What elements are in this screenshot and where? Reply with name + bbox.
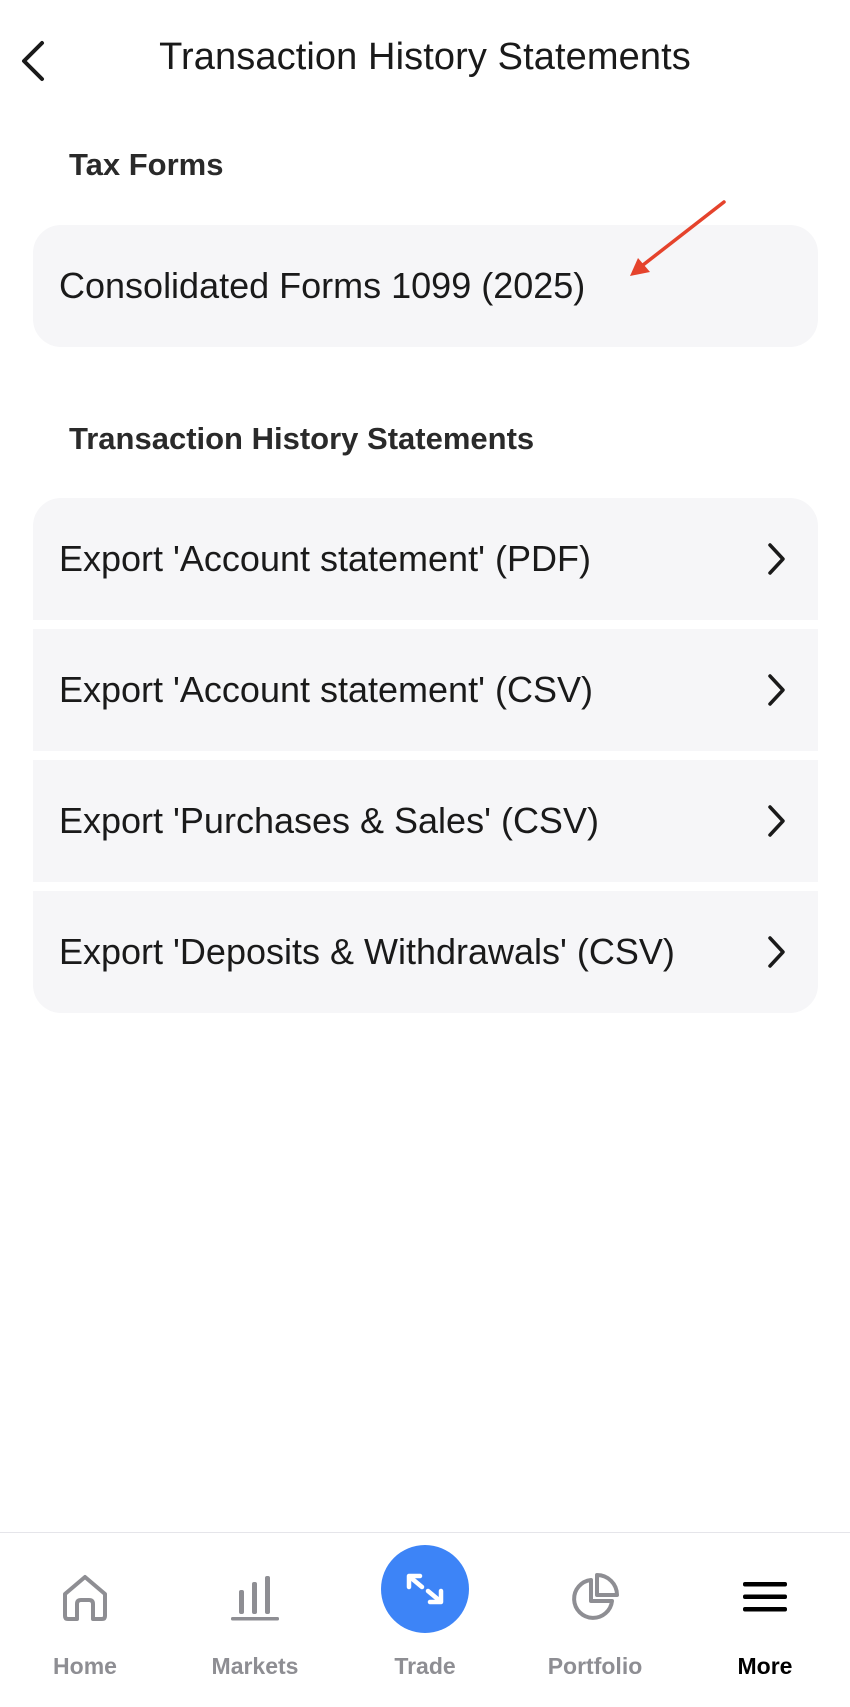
list-item-label: Export 'Account statement' (PDF) <box>59 538 591 579</box>
bottom-tab-bar: Home Markets Trade Portfolio More <box>0 1532 850 1707</box>
export-purchases-sales-csv-item[interactable]: Export 'Purchases & Sales' (CSV) <box>33 760 818 882</box>
section-title-tax-forms: Tax Forms <box>69 147 224 182</box>
tab-markets[interactable]: Markets <box>170 1533 340 1707</box>
chevron-right-icon <box>764 934 788 970</box>
pie-chart-icon <box>565 1567 625 1627</box>
bar-chart-icon <box>225 1567 285 1627</box>
chevron-right-icon <box>764 541 788 577</box>
page-title: Transaction History Statements <box>159 36 691 78</box>
consolidated-forms-1099-item[interactable]: Consolidated Forms 1099 (2025) <box>33 225 818 347</box>
tab-label: Home <box>53 1653 117 1679</box>
header: Transaction History Statements <box>0 0 850 120</box>
tab-label: More <box>737 1653 793 1679</box>
tab-label: Trade <box>394 1653 456 1679</box>
tab-trade[interactable]: Trade <box>340 1533 510 1707</box>
menu-icon <box>735 1567 795 1627</box>
export-account-statement-pdf-item[interactable]: Export 'Account statement' (PDF) <box>33 498 818 620</box>
trade-arrows-icon <box>406 1573 444 1605</box>
tab-more[interactable]: More <box>680 1533 850 1707</box>
list-item-label: Export 'Purchases & Sales' (CSV) <box>59 800 599 841</box>
chevron-right-icon <box>764 803 788 839</box>
list-item-label: Export 'Deposits & Withdrawals' (CSV) <box>59 931 675 972</box>
tab-home[interactable]: Home <box>0 1533 170 1707</box>
chevron-right-icon <box>764 672 788 708</box>
tab-portfolio[interactable]: Portfolio <box>510 1533 680 1707</box>
tab-label: Portfolio <box>547 1653 643 1679</box>
list-item-label: Consolidated Forms 1099 (2025) <box>59 265 586 306</box>
list-item-label: Export 'Account statement' (CSV) <box>59 669 593 710</box>
trade-button[interactable] <box>381 1545 469 1633</box>
export-deposits-withdrawals-csv-item[interactable]: Export 'Deposits & Withdrawals' (CSV) <box>33 891 818 1013</box>
export-account-statement-csv-item[interactable]: Export 'Account statement' (CSV) <box>33 629 818 751</box>
home-icon <box>55 1567 115 1627</box>
section-title-transaction-history: Transaction History Statements <box>69 421 535 456</box>
tab-label: Markets <box>211 1653 299 1679</box>
